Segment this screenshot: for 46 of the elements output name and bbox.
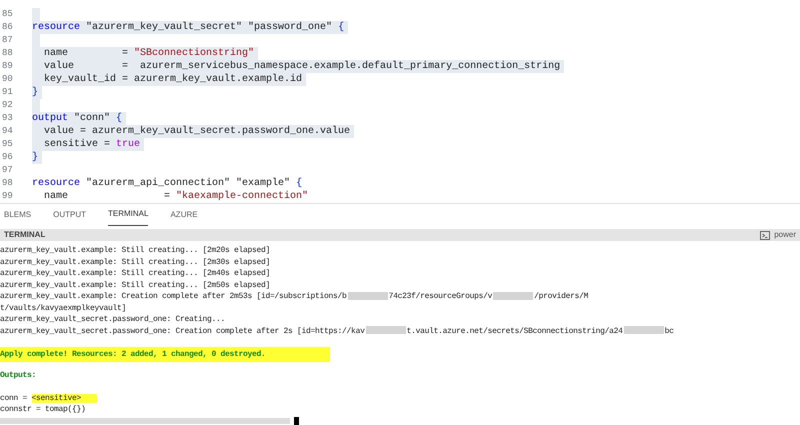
line-number: 98 (1, 177, 14, 190)
line-number: 85 (1, 8, 14, 21)
terminal-text: /providers/M (534, 292, 588, 301)
cursor-block (294, 416, 299, 425)
terminal-text: azurerm_key_vault_secret.password_one: Creation complete after 2s [id=https://kav (0, 326, 365, 336)
blurred-text (348, 292, 388, 300)
line-number: 87 (1, 34, 14, 47)
line-number: 96 (1, 151, 14, 164)
terminal-text: connstr = tomap({}) (0, 405, 86, 414)
success-message: Apply complete! Resources: 2 added, 1 changed, 0 destroyed. (0, 346, 330, 362)
highlighted-text: <sensitive> (32, 394, 98, 402)
terminal-text: azurerm_key_vault.example: Still creating... [2m40s elapsed] (0, 269, 270, 278)
terminal-text: azurerm_key_vault.example: Still creating... [2m20s elapsed] (0, 246, 270, 255)
terminal-text: t/vaults/kavyaexmplkeyvault] (0, 304, 126, 312)
line-number: 92 (1, 99, 14, 112)
line-number: 89 (1, 60, 14, 73)
line-number: 97 (1, 164, 14, 177)
outputs-heading: Outputs: (0, 370, 36, 380)
shell-name[interactable]: power (774, 229, 796, 241)
terminal-text: azurerm_key_vault.example: Still creating... [2m50s elapsed] (0, 280, 270, 290)
blurred-text (493, 292, 534, 300)
line-number: 90 (1, 73, 14, 86)
panel-tab[interactable]: AZURE (170, 204, 198, 226)
terminal-text: t.vault.azure.net/secrets/SBconnectionstring/a24 (406, 326, 623, 336)
panel-tab[interactable]: TERMINAL (108, 204, 148, 226)
terminal-text: 74c23f/resourceGroups/v (388, 292, 492, 301)
line-number: 94 (1, 125, 14, 138)
line-number: 91 (1, 86, 14, 99)
line-number: 86 (1, 21, 14, 34)
terminal-text: azurerm_key_vault.example: Still creating... [2m30s elapsed] (0, 258, 270, 266)
terminal-title: TERMINAL (4, 229, 46, 241)
code-line: name = "kaexample-connection" (43, 190, 310, 203)
terminal-text: azurerm_key_vault.example: Creation complete after 2m53s [id=/subscriptions/b (0, 292, 347, 301)
blurred-text (366, 326, 406, 334)
terminal-icon[interactable] (760, 230, 770, 240)
terminal-text: azurerm_key_vault_secret.password_one: Creating... (0, 315, 226, 324)
blurred-text (624, 326, 664, 334)
code-line: resource "azurerm_api_connection" "example" { (32, 177, 304, 190)
panel-tab[interactable]: BLEMS (4, 204, 32, 226)
line-number: 99 (1, 190, 14, 203)
line-number: 95 (1, 138, 14, 151)
line-number: 88 (1, 47, 14, 60)
terminal-text: conn = (0, 394, 28, 402)
terminal-text: bc (664, 326, 674, 336)
line-number: 93 (1, 112, 14, 125)
panel-tab[interactable]: OUTPUT (53, 204, 86, 226)
